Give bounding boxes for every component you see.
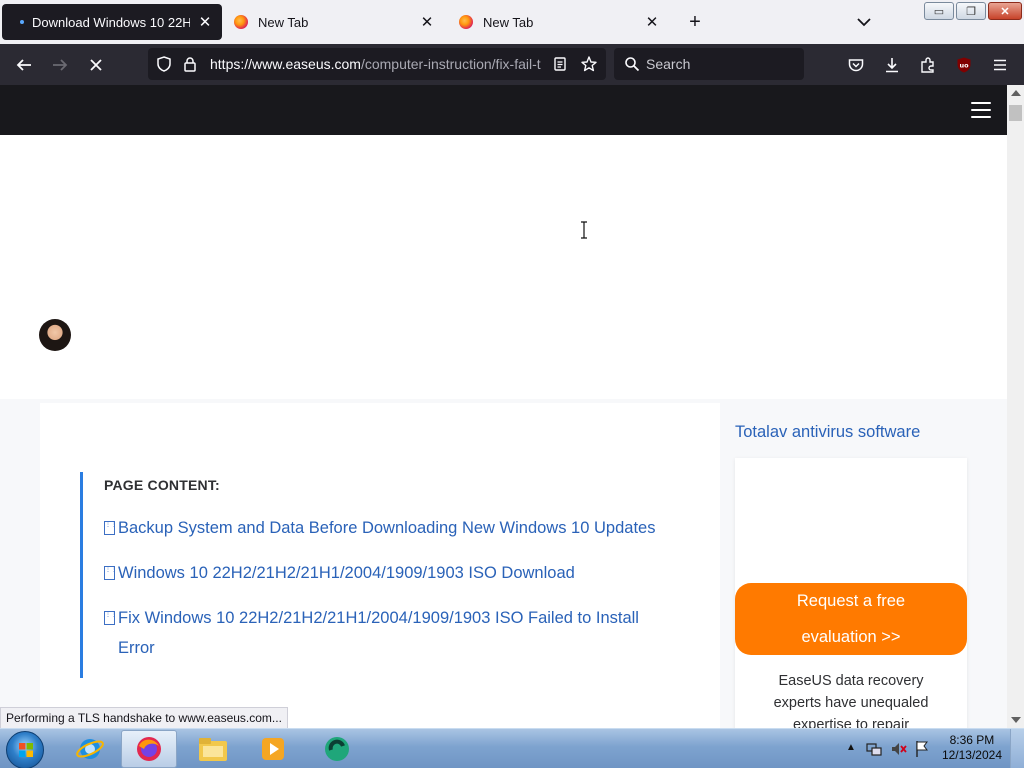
show-hidden-icons-icon[interactable]: ▲ <box>846 742 856 753</box>
scroll-up-arrow-icon[interactable] <box>1011 90 1021 96</box>
tracking-shield-icon[interactable] <box>156 56 172 77</box>
media-player-icon[interactable] <box>245 730 301 768</box>
search-icon <box>624 56 640 77</box>
article-body: PAGE CONTENT: ⋮⋮ Backup System and Data … <box>40 403 720 728</box>
toc-link-text: Fix Windows 10 22H2/21H2/21H1/2004/1909/… <box>118 609 639 657</box>
system-tray: ▲ 8:36 PM 12/13/2024 <box>842 729 1024 768</box>
start-button[interactable] <box>6 731 44 768</box>
new-tab-plus-icon[interactable]: + <box>684 11 706 33</box>
minimize-button[interactable]: ▭ <box>924 2 954 20</box>
file-explorer-icon[interactable] <box>185 730 241 768</box>
firefox-favicon-icon <box>234 15 248 29</box>
windows-taskbar: ▲ 8:36 PM 12/13/2024 <box>0 728 1024 768</box>
svg-text:uo: uo <box>959 62 969 70</box>
desktop-screen: Download Windows 10 22H2/21H2/2 ✕ New Ta… <box>0 0 1024 768</box>
site-header <box>0 85 1007 135</box>
close-window-button[interactable]: ✕ <box>988 2 1022 20</box>
card-description: EaseUS data recovery experts have unequa… <box>773 673 929 728</box>
toc-link-backup[interactable]: ⋮⋮ Backup System and Data Before Downloa… <box>104 513 680 543</box>
missing-glyph-icon: ⋮⋮ <box>104 521 117 535</box>
author-avatar[interactable] <box>39 319 71 351</box>
tab-close-icon[interactable]: ✕ <box>418 13 436 31</box>
missing-glyph-icon: ⋮⋮ <box>104 611 117 625</box>
tab-close-icon[interactable]: ✕ <box>643 13 661 31</box>
show-desktop-button[interactable] <box>1010 729 1024 768</box>
web-page-viewport: PAGE CONTENT: ⋮⋮ Backup System and Data … <box>0 85 1007 728</box>
page-scrollbar[interactable] <box>1007 85 1024 728</box>
status-tooltip: Performing a TLS handshake to www.easeus… <box>0 707 288 729</box>
app-green-icon[interactable] <box>309 730 365 768</box>
volume-muted-icon[interactable] <box>890 741 908 762</box>
browser-tab-bar: Download Windows 10 22H2/21H2/2 ✕ New Ta… <box>0 0 1024 44</box>
tab-label: New Tab <box>258 14 309 30</box>
list-all-tabs-chevron-icon[interactable] <box>854 12 874 32</box>
text-cursor-icon <box>581 221 587 239</box>
toc-link-iso-download[interactable]: ⋮⋮ Windows 10 22H2/21H2/21H1/2004/1909/1… <box>104 558 680 588</box>
url-domain: https://www.easeus.com <box>210 56 361 72</box>
clock-time: 8:36 PM <box>949 733 995 747</box>
toc-link-fix-install-error[interactable]: ⋮⋮ Fix Windows 10 22H2/21H2/21H1/2004/19… <box>104 603 680 663</box>
missing-glyph-icon: ⋮⋮ <box>104 566 117 580</box>
back-arrow-icon[interactable] <box>13 54 35 76</box>
firefox-taskbar-icon[interactable] <box>121 730 177 768</box>
toc-title: PAGE CONTENT: <box>104 477 220 493</box>
toc-link-text: Windows 10 22H2/21H2/21H1/2004/1909/1903… <box>118 564 575 582</box>
tab-new-tab-1[interactable]: New Tab ✕ <box>226 4 444 40</box>
taskbar-clock[interactable]: 8:36 PM 12/13/2024 <box>942 733 1002 763</box>
network-icon[interactable] <box>866 741 882 762</box>
browser-navigation-bar: https://www.easeus.com/computer-instruct… <box>0 44 1024 85</box>
tab-download-windows[interactable]: Download Windows 10 22H2/21H2/2 ✕ <box>2 4 222 40</box>
tab-loading-indicator-icon <box>20 20 24 24</box>
windows-logo-icon <box>19 743 33 757</box>
url-text: https://www.easeus.com/computer-instruct… <box>210 56 546 72</box>
tab-label: New Tab <box>483 14 534 30</box>
sidebar-card: Request a free evaluation >> EaseUS data… <box>735 458 967 728</box>
ublock-origin-icon[interactable]: uo <box>953 54 975 76</box>
window-controls: ▭ ❐ ✕ <box>924 2 1022 20</box>
scrollbar-thumb[interactable] <box>1009 105 1022 121</box>
clock-date: 12/13/2024 <box>941 748 1002 762</box>
cta-line-2: evaluation >> <box>801 628 901 646</box>
downloads-icon[interactable] <box>881 54 903 76</box>
lock-icon[interactable] <box>182 56 198 77</box>
internet-explorer-icon[interactable] <box>62 730 118 768</box>
table-of-contents: PAGE CONTENT: ⋮⋮ Backup System and Data … <box>80 472 680 678</box>
stop-loading-icon[interactable] <box>85 54 107 76</box>
scroll-down-arrow-icon[interactable] <box>1011 717 1021 723</box>
firefox-favicon-icon <box>459 15 473 29</box>
reader-view-icon[interactable] <box>552 56 568 77</box>
sidebar-ad-link[interactable]: Totalav antivirus software <box>735 423 920 442</box>
site-menu-hamburger-icon[interactable] <box>971 102 991 119</box>
bookmark-star-icon[interactable] <box>580 55 598 78</box>
url-path: /computer-instruction/fix-fail-t <box>360 56 541 72</box>
pocket-icon[interactable] <box>845 54 867 76</box>
address-bar[interactable]: https://www.easeus.com/computer-instruct… <box>148 48 606 80</box>
tab-label: Download Windows 10 22H2/21H2/2 <box>32 14 190 30</box>
search-bar[interactable]: Search <box>614 48 804 80</box>
search-placeholder: Search <box>646 56 691 72</box>
app-menu-hamburger-icon[interactable] <box>989 54 1011 76</box>
tab-new-tab-2[interactable]: New Tab ✕ <box>451 4 669 40</box>
toc-link-text: Backup System and Data Before Downloadin… <box>118 519 656 537</box>
extensions-puzzle-icon[interactable] <box>917 54 939 76</box>
forward-arrow-icon[interactable] <box>49 54 71 76</box>
request-evaluation-button[interactable]: Request a free evaluation >> <box>735 583 967 655</box>
tab-close-icon[interactable]: ✕ <box>196 13 214 31</box>
restore-button[interactable]: ❐ <box>956 2 986 20</box>
action-center-flag-icon[interactable] <box>914 740 930 763</box>
cta-line-1: Request a free <box>796 592 906 610</box>
